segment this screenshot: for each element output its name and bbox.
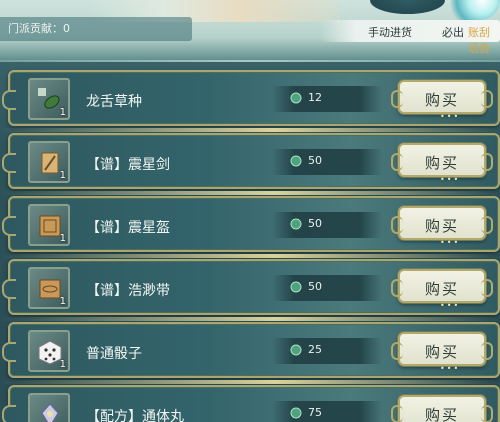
buy-button-label: 购买 — [424, 280, 459, 298]
item-name: 【谱】震星剑 — [86, 157, 170, 173]
buy-button[interactable]: 购买 — [391, 143, 493, 177]
buy-button-label: 购买 — [424, 406, 459, 422]
item-count: 1 — [59, 296, 66, 307]
item-count: 1 — [59, 233, 66, 244]
shop-row: 1 【谱】震星剑 50 购买 ••• — [2, 133, 500, 189]
price-display: 25 — [272, 338, 382, 364]
row-divider — [0, 317, 500, 321]
price-value: 50 — [308, 217, 322, 230]
buy-button[interactable]: 购买 — [391, 80, 493, 114]
dice-icon[interactable]: 1 — [28, 330, 70, 372]
scroll-belt-icon[interactable]: 1 — [28, 267, 70, 309]
contribution-coin-icon — [290, 281, 302, 293]
contribution-text: 门派贡献：0 — [8, 22, 70, 35]
item-name: 【谱】浩渺带 — [86, 283, 170, 299]
item-name: 普通骰子 — [86, 346, 142, 362]
buy-button[interactable]: 购买 — [391, 269, 493, 303]
price-display: 50 — [272, 275, 382, 301]
item-name: 【配方】通体丸 — [86, 409, 184, 422]
price-display: 12 — [272, 86, 382, 112]
contribution-coin-icon — [290, 344, 302, 356]
manual-restock-button[interactable]: 手动进货 — [368, 24, 412, 40]
price-value: 50 — [308, 154, 322, 167]
buy-button-label: 购买 — [424, 343, 459, 361]
contribution-panel: 门派贡献：0 — [0, 17, 192, 41]
scroll-helmet-icon[interactable]: 1 — [28, 204, 70, 246]
must-drop-label: 必出 — [442, 26, 464, 39]
shop-row: 1 普通骰子 25 购买 ••• — [2, 322, 500, 378]
header-divider — [0, 60, 500, 62]
restock-controls: 手动进货 必出 账刮话自 — [320, 20, 500, 55]
shop-row: 1 【配方】通体丸 75 购买 — [2, 385, 500, 422]
item-name: 【谱】震星盔 — [86, 220, 170, 236]
contribution-coin-icon — [290, 218, 302, 230]
decor-dots: ••• — [440, 112, 461, 121]
shop-row: 1 龙舌草种 12 购买 ••• — [2, 70, 500, 126]
glow-orb-icon — [440, 0, 500, 20]
decor-dots: ••• — [440, 364, 461, 373]
item-count: 1 — [59, 359, 66, 370]
buy-button[interactable]: 购买 — [391, 206, 493, 240]
row-divider — [0, 191, 500, 195]
decor-dots: ••• — [440, 175, 461, 184]
header-banner: 门派贡献：0 手动进货 必出 账刮话自 — [0, 0, 500, 62]
recipe-pill-icon[interactable]: 1 — [28, 393, 70, 422]
price-value: 75 — [308, 406, 322, 419]
shop-row: 1 【谱】浩渺带 50 购买 ••• — [2, 259, 500, 315]
buy-button-label: 购买 — [424, 91, 459, 109]
seed-icon[interactable]: 1 — [28, 78, 70, 120]
header-ornament — [370, 0, 445, 14]
price-display: 50 — [272, 212, 382, 238]
price-value: 50 — [308, 280, 322, 293]
buy-button[interactable]: 购买 — [391, 395, 493, 422]
buy-button-label: 购买 — [424, 154, 459, 172]
scroll-sword-icon[interactable]: 1 — [28, 141, 70, 183]
price-value: 12 — [308, 91, 322, 104]
item-count: 1 — [59, 107, 66, 118]
highlight-label: 账刮话自 — [468, 26, 490, 55]
item-name: 龙舌草种 — [86, 94, 142, 110]
contribution-coin-icon — [290, 407, 302, 419]
buy-button[interactable]: 购买 — [391, 332, 493, 366]
price-display: 75 — [272, 401, 382, 422]
row-divider — [0, 128, 500, 132]
contribution-coin-icon — [290, 155, 302, 167]
item-count: 1 — [59, 170, 66, 181]
decor-dots: ••• — [440, 238, 461, 247]
row-divider — [0, 380, 500, 384]
shop-row: 1 【谱】震星盔 50 购买 ••• — [2, 196, 500, 252]
contribution-coin-icon — [290, 92, 302, 104]
buy-button-label: 购买 — [424, 217, 459, 235]
price-value: 25 — [308, 343, 322, 356]
decor-dots: ••• — [440, 301, 461, 310]
row-divider — [0, 254, 500, 258]
price-display: 50 — [272, 149, 382, 175]
